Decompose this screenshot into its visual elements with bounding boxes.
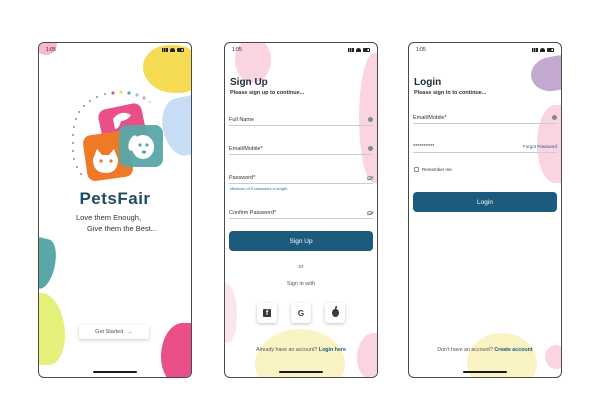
status-bar: 1:05 (46, 46, 184, 54)
arrow-right-icon: → (127, 329, 133, 335)
email-field[interactable]: Email/Mobile* (413, 112, 557, 124)
login-screen: 1:05 Login Please sign in to continue...… (408, 42, 562, 378)
create-account-prompt: Don't have an account? Create account (409, 347, 561, 353)
sign-in-with-label: Sign in with (286, 281, 316, 287)
email-placeholder: Email/Mobile* (229, 145, 263, 152)
get-started-label: Get Started (95, 329, 124, 335)
password-hint: Minimum of 8 characters in length. (230, 187, 289, 191)
signal-icon (348, 48, 354, 52)
password-field[interactable]: Password* (229, 172, 373, 184)
status-time: 1:05 (232, 47, 242, 53)
pink-blob-bottom (357, 333, 377, 377)
google-icon: G (297, 308, 305, 318)
signal-icon (162, 48, 168, 52)
eye-off-icon[interactable] (367, 175, 373, 180)
battery-icon (177, 48, 184, 52)
battery-icon (547, 48, 554, 52)
create-account-link[interactable]: Create account (494, 347, 532, 353)
full-name-field[interactable]: Full Name (229, 114, 373, 126)
wifi-icon (540, 48, 545, 52)
have-account-text: Already have an account? (256, 347, 318, 353)
battery-icon (363, 48, 370, 52)
no-account-text: Don't have an account? (437, 347, 493, 353)
splash-screen: 1:05 PetsFair Love them Enough, Give the… (38, 42, 192, 378)
confirm-password-placeholder: Confirm Password* (229, 209, 277, 216)
remember-me-label: Remember me (422, 167, 452, 172)
tagline-line-2: Give them the Best... (87, 224, 158, 233)
pink-blob-left (225, 283, 237, 343)
confirm-password-field[interactable]: Confirm Password* (229, 207, 373, 219)
page-title: Login (414, 77, 442, 88)
email-field[interactable]: Email/Mobile* (229, 143, 373, 155)
app-brand-name: PetsFair (79, 189, 151, 208)
remember-me[interactable]: Remember me (414, 167, 452, 172)
facebook-button[interactable]: f (257, 303, 277, 323)
teal-blob (39, 237, 61, 291)
wifi-icon (356, 48, 361, 52)
lilac-blob (528, 53, 561, 95)
clear-icon (368, 117, 373, 122)
status-time: 1:05 (416, 47, 426, 53)
status-time: 1:05 (46, 47, 56, 53)
page-subtitle: Please sign up to continue... (230, 90, 305, 96)
home-indicator (93, 371, 137, 373)
login-button[interactable]: Login (413, 192, 557, 212)
page-title: Sign Up (230, 77, 268, 88)
tagline-line-1: Love them Enough, (76, 213, 142, 222)
clear-icon (368, 146, 373, 151)
home-indicator (463, 371, 507, 373)
page-subtitle: Please sign in to continue... (414, 90, 487, 96)
email-placeholder: Email/Mobile* (413, 114, 447, 121)
login-prompt: Already have an account? Login here (225, 347, 377, 353)
get-started-button[interactable]: Get Started → (79, 325, 149, 339)
full-name-placeholder: Full Name (229, 116, 255, 123)
password-value: ********** (413, 143, 435, 150)
pink-blob-bottom (161, 323, 191, 377)
or-divider: or (298, 264, 304, 270)
google-button[interactable]: G (291, 303, 311, 323)
password-placeholder: Password* (229, 174, 256, 181)
signup-screen: 1:05 Sign Up Please sign up to continue.… (224, 42, 378, 378)
apple-icon (331, 306, 339, 317)
forgot-password-link[interactable]: Forgot Password (523, 144, 557, 149)
status-bar: 1:05 (232, 46, 370, 54)
status-bar: 1:05 (416, 46, 554, 54)
facebook-icon: f (263, 309, 271, 317)
apple-button[interactable] (325, 303, 345, 323)
wifi-icon (170, 48, 175, 52)
login-link[interactable]: Login here (319, 347, 346, 353)
eye-off-icon[interactable] (367, 210, 373, 215)
petsfair-logo (61, 81, 181, 201)
sign-up-button[interactable]: Sign Up (229, 231, 373, 251)
lime-blob (39, 293, 65, 365)
clear-icon (552, 115, 557, 120)
remember-me-checkbox[interactable] (414, 167, 419, 172)
signal-icon (532, 48, 538, 52)
password-field[interactable]: ********** Forgot Password (413, 141, 557, 153)
home-indicator (279, 371, 323, 373)
